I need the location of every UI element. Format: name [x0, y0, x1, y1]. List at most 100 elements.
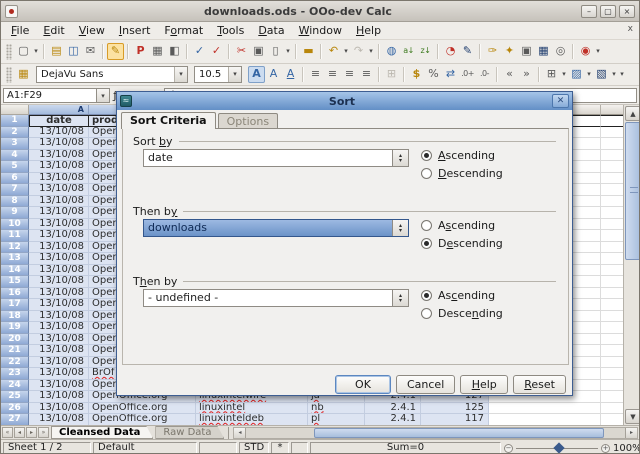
row-header[interactable]: 15 — [1, 276, 29, 288]
increase-indent-icon[interactable]: » — [518, 66, 535, 83]
row-header[interactable]: 14 — [1, 265, 29, 277]
background-color-dropdown-icon[interactable]: ▾ — [585, 66, 593, 83]
paste-dropdown-icon[interactable]: ▾ — [284, 43, 292, 60]
sheet-tab-raw-data[interactable]: Raw Data — [155, 426, 224, 439]
row-header[interactable]: 9 — [1, 207, 29, 219]
row-header[interactable]: 16 — [1, 288, 29, 300]
auto-spellcheck-icon[interactable]: ✓ — [208, 43, 225, 60]
help-button[interactable]: Help — [460, 375, 508, 394]
cell-date[interactable]: 13/10/08 — [29, 311, 89, 323]
row-header[interactable]: 20 — [1, 334, 29, 346]
vertical-scrollbar-thumb[interactable] — [625, 122, 640, 260]
scroll-right-icon[interactable]: ▸ — [625, 428, 637, 438]
percent-format-icon[interactable]: % — [425, 66, 442, 83]
new-document-icon[interactable]: ▢ — [15, 43, 32, 60]
menu-tools[interactable]: Tools — [210, 23, 251, 38]
cell-date[interactable]: 13/10/08 — [29, 299, 89, 311]
row-header[interactable]: 12 — [1, 242, 29, 254]
menu-view[interactable]: View — [72, 23, 112, 38]
ascending-radio[interactable]: Ascending — [421, 146, 571, 164]
cell-empty[interactable] — [601, 403, 623, 415]
row-header[interactable]: 1 — [1, 115, 29, 127]
menu-format[interactable]: Format — [157, 23, 210, 38]
cell-date[interactable]: 13/10/08 — [29, 242, 89, 254]
zoom-out-icon[interactable]: − — [504, 444, 513, 453]
name-box-dropdown-icon[interactable]: ▾ — [97, 88, 110, 103]
status-sheet-position[interactable]: Sheet 1 / 2 — [3, 442, 91, 454]
cell-date[interactable]: 13/10/08 — [29, 230, 89, 242]
row-header[interactable]: 2 — [1, 127, 29, 139]
currency-format-icon[interactable]: $ — [408, 66, 425, 83]
help-icon[interactable]: ◉ — [577, 43, 594, 60]
zoom-slider[interactable]: − + — [504, 442, 610, 454]
toolbar-grip[interactable] — [6, 67, 12, 83]
cell-version[interactable]: 2.4.1 — [365, 403, 421, 415]
menu-edit[interactable]: Edit — [36, 23, 71, 38]
bold-icon[interactable]: A — [248, 66, 265, 83]
cell-empty[interactable] — [601, 265, 623, 277]
cell-empty[interactable] — [601, 196, 623, 208]
row-header[interactable]: 27 — [1, 414, 29, 425]
close-document-icon[interactable]: x — [628, 24, 633, 34]
next-sheet-button[interactable]: ▸ — [26, 427, 37, 438]
borders-icon[interactable]: ⊞ — [543, 66, 560, 83]
page-preview-icon[interactable]: ◧ — [166, 43, 183, 60]
menu-help[interactable]: Help — [349, 23, 388, 38]
cell-empty[interactable] — [601, 138, 623, 150]
row-header[interactable]: 5 — [1, 161, 29, 173]
cell-date[interactable]: 13/10/08 — [29, 150, 89, 162]
cell-date[interactable]: 13/10/08 — [29, 380, 89, 392]
cell-empty[interactable] — [601, 311, 623, 323]
row-header[interactable]: 23 — [1, 368, 29, 380]
cell-date[interactable]: 13/10/08 — [29, 357, 89, 369]
spellcheck-icon[interactable]: ✓ — [191, 43, 208, 60]
scroll-up-icon[interactable]: ▲ — [625, 106, 640, 121]
row-header[interactable]: 3 — [1, 138, 29, 150]
row-header[interactable]: 17 — [1, 299, 29, 311]
row-header[interactable]: 18 — [1, 311, 29, 323]
toolbar-overflow-icon[interactable]: ▾ — [618, 66, 626, 83]
sheet-tab-cleansed-data[interactable]: Cleansed Data — [51, 426, 153, 439]
new-document-dropdown-icon[interactable]: ▾ — [32, 43, 40, 60]
cell-date[interactable]: date — [29, 115, 89, 127]
cell-language[interactable]: pl — [308, 414, 365, 425]
row-header[interactable]: 8 — [1, 196, 29, 208]
menu-insert[interactable]: Insert — [112, 23, 158, 38]
edit-file-icon[interactable]: ✎ — [107, 43, 124, 60]
add-decimal-icon[interactable]: .0+ — [459, 66, 476, 83]
row-header[interactable]: 24 — [1, 380, 29, 392]
save-document-icon[interactable]: ◫ — [65, 43, 82, 60]
cell-package[interactable]: linuxintel — [196, 403, 308, 415]
open-document-icon[interactable]: ▤ — [48, 43, 65, 60]
vertical-scrollbar[interactable]: ▲ ▼ — [623, 105, 640, 425]
cell-date[interactable]: 13/10/08 — [29, 184, 89, 196]
row-header[interactable]: 13 — [1, 253, 29, 265]
row-header[interactable]: 4 — [1, 150, 29, 162]
align-right-icon[interactable]: ≡ — [341, 66, 358, 83]
descending-radio[interactable]: Descending — [421, 234, 571, 252]
cell-empty[interactable] — [601, 345, 623, 357]
cell-date[interactable]: 13/10/08 — [29, 414, 89, 425]
toolbar-overflow-icon[interactable]: ▾ — [594, 43, 602, 60]
row-header[interactable]: 26 — [1, 403, 29, 415]
status-selection-mode[interactable]: STD — [239, 442, 269, 454]
cell-empty[interactable] — [601, 230, 623, 242]
cell-empty[interactable] — [489, 414, 601, 425]
horizontal-scrollbar[interactable]: ◂ ▸ — [233, 427, 638, 439]
cell-empty[interactable] — [601, 288, 623, 300]
cell-empty[interactable] — [601, 253, 623, 265]
cell-date[interactable]: 13/10/08 — [29, 173, 89, 185]
cell-downloads[interactable]: 117 — [421, 414, 489, 425]
cell-date[interactable]: 13/10/08 — [29, 391, 89, 403]
combo-spin-button[interactable]: ▴ ▾ — [392, 150, 408, 166]
background-color-icon[interactable]: ▨ — [568, 66, 585, 83]
column-header-h[interactable] — [601, 105, 623, 115]
horizontal-scrollbar-thumb[interactable] — [314, 428, 604, 438]
zoom-icon[interactable]: ◎ — [552, 43, 569, 60]
ascending-radio[interactable]: Ascending — [421, 216, 571, 234]
cell-empty[interactable] — [601, 368, 623, 380]
name-box-input[interactable]: A1:F29 — [3, 88, 97, 103]
descending-radio[interactable]: Descending — [421, 304, 571, 322]
status-page-style[interactable]: Default — [93, 442, 197, 454]
print-icon[interactable]: ▦ — [149, 43, 166, 60]
